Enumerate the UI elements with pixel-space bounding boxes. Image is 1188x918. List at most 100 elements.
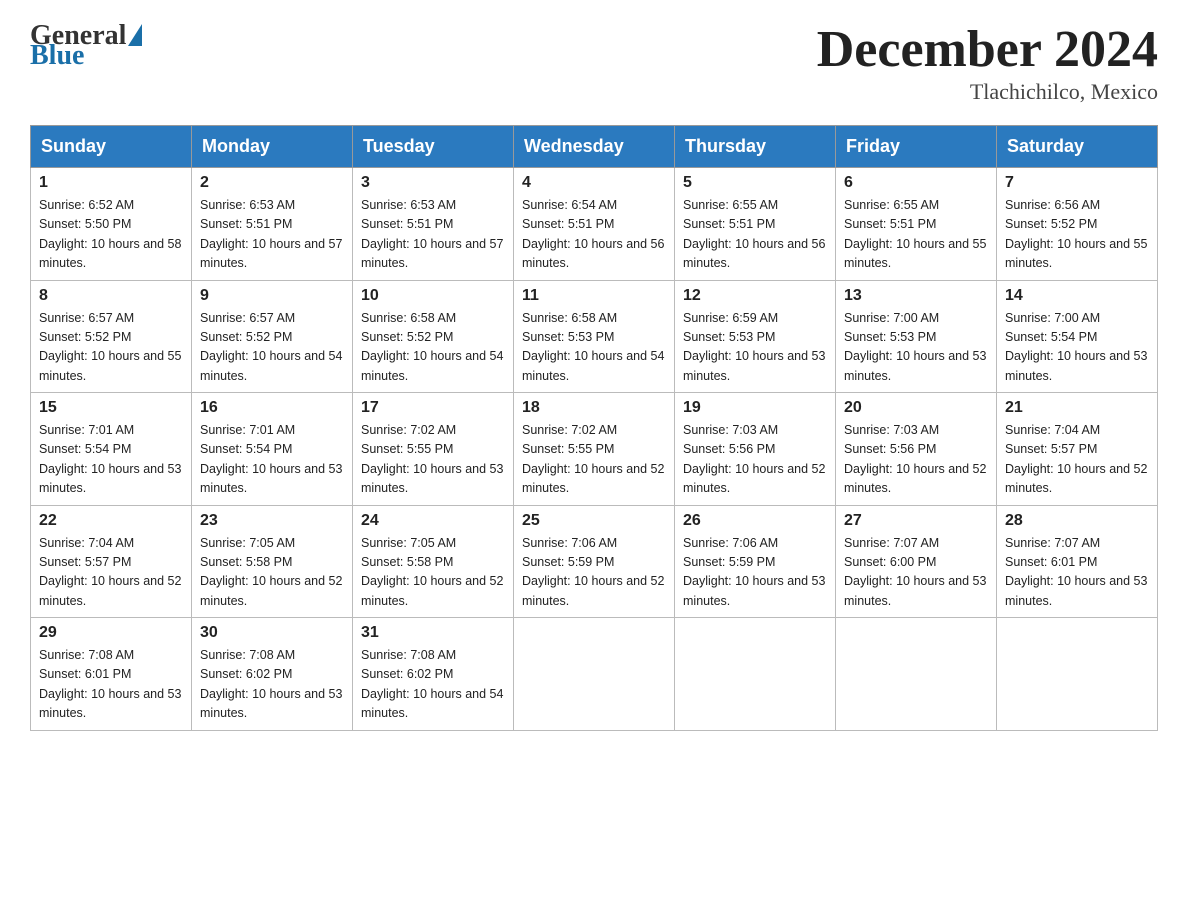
day-number: 29 (39, 624, 183, 642)
day-info: Sunrise: 6:53 AMSunset: 5:51 PMDaylight:… (361, 196, 505, 274)
calendar-day-cell: 14 Sunrise: 7:00 AMSunset: 5:54 PMDaylig… (997, 280, 1158, 393)
calendar-day-cell: 11 Sunrise: 6:58 AMSunset: 5:53 PMDaylig… (514, 280, 675, 393)
calendar-day-cell: 3 Sunrise: 6:53 AMSunset: 5:51 PMDayligh… (353, 168, 514, 281)
calendar-day-cell: 13 Sunrise: 7:00 AMSunset: 5:53 PMDaylig… (836, 280, 997, 393)
calendar-day-cell: 28 Sunrise: 7:07 AMSunset: 6:01 PMDaylig… (997, 505, 1158, 618)
header-friday: Friday (836, 126, 997, 168)
calendar-day-cell: 4 Sunrise: 6:54 AMSunset: 5:51 PMDayligh… (514, 168, 675, 281)
week-row-1: 1 Sunrise: 6:52 AMSunset: 5:50 PMDayligh… (31, 168, 1158, 281)
calendar-day-cell (836, 618, 997, 731)
day-info: Sunrise: 7:04 AMSunset: 5:57 PMDaylight:… (1005, 421, 1149, 499)
day-number: 25 (522, 512, 666, 530)
day-number: 5 (683, 174, 827, 192)
day-info: Sunrise: 7:02 AMSunset: 5:55 PMDaylight:… (522, 421, 666, 499)
calendar-day-cell (675, 618, 836, 731)
day-info: Sunrise: 7:02 AMSunset: 5:55 PMDaylight:… (361, 421, 505, 499)
calendar-day-cell: 23 Sunrise: 7:05 AMSunset: 5:58 PMDaylig… (192, 505, 353, 618)
day-info: Sunrise: 7:08 AMSunset: 6:02 PMDaylight:… (361, 646, 505, 724)
month-title: December 2024 (817, 20, 1158, 79)
day-info: Sunrise: 7:04 AMSunset: 5:57 PMDaylight:… (39, 534, 183, 612)
header-tuesday: Tuesday (353, 126, 514, 168)
logo-blue-text: Blue (30, 40, 84, 72)
calendar-day-cell: 15 Sunrise: 7:01 AMSunset: 5:54 PMDaylig… (31, 393, 192, 506)
day-info: Sunrise: 6:55 AMSunset: 5:51 PMDaylight:… (683, 196, 827, 274)
calendar-day-cell: 30 Sunrise: 7:08 AMSunset: 6:02 PMDaylig… (192, 618, 353, 731)
calendar-day-cell: 18 Sunrise: 7:02 AMSunset: 5:55 PMDaylig… (514, 393, 675, 506)
day-info: Sunrise: 7:06 AMSunset: 5:59 PMDaylight:… (522, 534, 666, 612)
day-info: Sunrise: 6:57 AMSunset: 5:52 PMDaylight:… (200, 309, 344, 387)
day-info: Sunrise: 7:07 AMSunset: 6:01 PMDaylight:… (1005, 534, 1149, 612)
day-number: 3 (361, 174, 505, 192)
day-number: 19 (683, 399, 827, 417)
day-info: Sunrise: 6:55 AMSunset: 5:51 PMDaylight:… (844, 196, 988, 274)
week-row-2: 8 Sunrise: 6:57 AMSunset: 5:52 PMDayligh… (31, 280, 1158, 393)
calendar-day-cell: 2 Sunrise: 6:53 AMSunset: 5:51 PMDayligh… (192, 168, 353, 281)
day-number: 30 (200, 624, 344, 642)
calendar-day-cell: 26 Sunrise: 7:06 AMSunset: 5:59 PMDaylig… (675, 505, 836, 618)
day-info: Sunrise: 7:06 AMSunset: 5:59 PMDaylight:… (683, 534, 827, 612)
calendar-day-cell: 7 Sunrise: 6:56 AMSunset: 5:52 PMDayligh… (997, 168, 1158, 281)
day-info: Sunrise: 6:53 AMSunset: 5:51 PMDaylight:… (200, 196, 344, 274)
week-row-4: 22 Sunrise: 7:04 AMSunset: 5:57 PMDaylig… (31, 505, 1158, 618)
day-info: Sunrise: 6:56 AMSunset: 5:52 PMDaylight:… (1005, 196, 1149, 274)
day-number: 28 (1005, 512, 1149, 530)
calendar-day-cell: 31 Sunrise: 7:08 AMSunset: 6:02 PMDaylig… (353, 618, 514, 731)
title-section: December 2024 Tlachichilco, Mexico (817, 20, 1158, 105)
page-header: General Blue December 2024 Tlachichilco,… (30, 20, 1158, 105)
day-number: 2 (200, 174, 344, 192)
day-number: 7 (1005, 174, 1149, 192)
day-number: 15 (39, 399, 183, 417)
day-number: 26 (683, 512, 827, 530)
calendar-table: Sunday Monday Tuesday Wednesday Thursday… (30, 125, 1158, 731)
day-number: 23 (200, 512, 344, 530)
calendar-day-cell: 6 Sunrise: 6:55 AMSunset: 5:51 PMDayligh… (836, 168, 997, 281)
day-number: 16 (200, 399, 344, 417)
header-monday: Monday (192, 126, 353, 168)
day-info: Sunrise: 7:08 AMSunset: 6:02 PMDaylight:… (200, 646, 344, 724)
day-number: 9 (200, 287, 344, 305)
calendar-day-cell: 8 Sunrise: 6:57 AMSunset: 5:52 PMDayligh… (31, 280, 192, 393)
day-info: Sunrise: 6:52 AMSunset: 5:50 PMDaylight:… (39, 196, 183, 274)
day-info: Sunrise: 7:07 AMSunset: 6:00 PMDaylight:… (844, 534, 988, 612)
calendar-day-cell (514, 618, 675, 731)
logo: General Blue (30, 20, 142, 72)
calendar-day-cell: 20 Sunrise: 7:03 AMSunset: 5:56 PMDaylig… (836, 393, 997, 506)
day-number: 6 (844, 174, 988, 192)
day-info: Sunrise: 6:59 AMSunset: 5:53 PMDaylight:… (683, 309, 827, 387)
day-info: Sunrise: 6:54 AMSunset: 5:51 PMDaylight:… (522, 196, 666, 274)
day-number: 27 (844, 512, 988, 530)
day-number: 22 (39, 512, 183, 530)
day-info: Sunrise: 7:01 AMSunset: 5:54 PMDaylight:… (200, 421, 344, 499)
calendar-day-cell: 1 Sunrise: 6:52 AMSunset: 5:50 PMDayligh… (31, 168, 192, 281)
day-info: Sunrise: 7:00 AMSunset: 5:53 PMDaylight:… (844, 309, 988, 387)
calendar-day-cell: 21 Sunrise: 7:04 AMSunset: 5:57 PMDaylig… (997, 393, 1158, 506)
day-info: Sunrise: 7:05 AMSunset: 5:58 PMDaylight:… (200, 534, 344, 612)
calendar-day-cell: 22 Sunrise: 7:04 AMSunset: 5:57 PMDaylig… (31, 505, 192, 618)
day-number: 14 (1005, 287, 1149, 305)
calendar-day-cell: 9 Sunrise: 6:57 AMSunset: 5:52 PMDayligh… (192, 280, 353, 393)
calendar-day-cell: 19 Sunrise: 7:03 AMSunset: 5:56 PMDaylig… (675, 393, 836, 506)
calendar-day-cell: 24 Sunrise: 7:05 AMSunset: 5:58 PMDaylig… (353, 505, 514, 618)
day-number: 4 (522, 174, 666, 192)
day-number: 1 (39, 174, 183, 192)
day-info: Sunrise: 6:58 AMSunset: 5:52 PMDaylight:… (361, 309, 505, 387)
day-info: Sunrise: 7:08 AMSunset: 6:01 PMDaylight:… (39, 646, 183, 724)
header-sunday: Sunday (31, 126, 192, 168)
day-number: 11 (522, 287, 666, 305)
calendar-day-cell: 10 Sunrise: 6:58 AMSunset: 5:52 PMDaylig… (353, 280, 514, 393)
day-number: 20 (844, 399, 988, 417)
logo-triangle-icon (128, 24, 142, 46)
day-number: 13 (844, 287, 988, 305)
day-number: 31 (361, 624, 505, 642)
calendar-day-cell: 27 Sunrise: 7:07 AMSunset: 6:00 PMDaylig… (836, 505, 997, 618)
day-number: 21 (1005, 399, 1149, 417)
day-number: 18 (522, 399, 666, 417)
day-number: 10 (361, 287, 505, 305)
week-row-5: 29 Sunrise: 7:08 AMSunset: 6:01 PMDaylig… (31, 618, 1158, 731)
day-info: Sunrise: 7:01 AMSunset: 5:54 PMDaylight:… (39, 421, 183, 499)
weekday-header-row: Sunday Monday Tuesday Wednesday Thursday… (31, 126, 1158, 168)
day-number: 24 (361, 512, 505, 530)
calendar-day-cell: 17 Sunrise: 7:02 AMSunset: 5:55 PMDaylig… (353, 393, 514, 506)
day-number: 12 (683, 287, 827, 305)
day-number: 8 (39, 287, 183, 305)
